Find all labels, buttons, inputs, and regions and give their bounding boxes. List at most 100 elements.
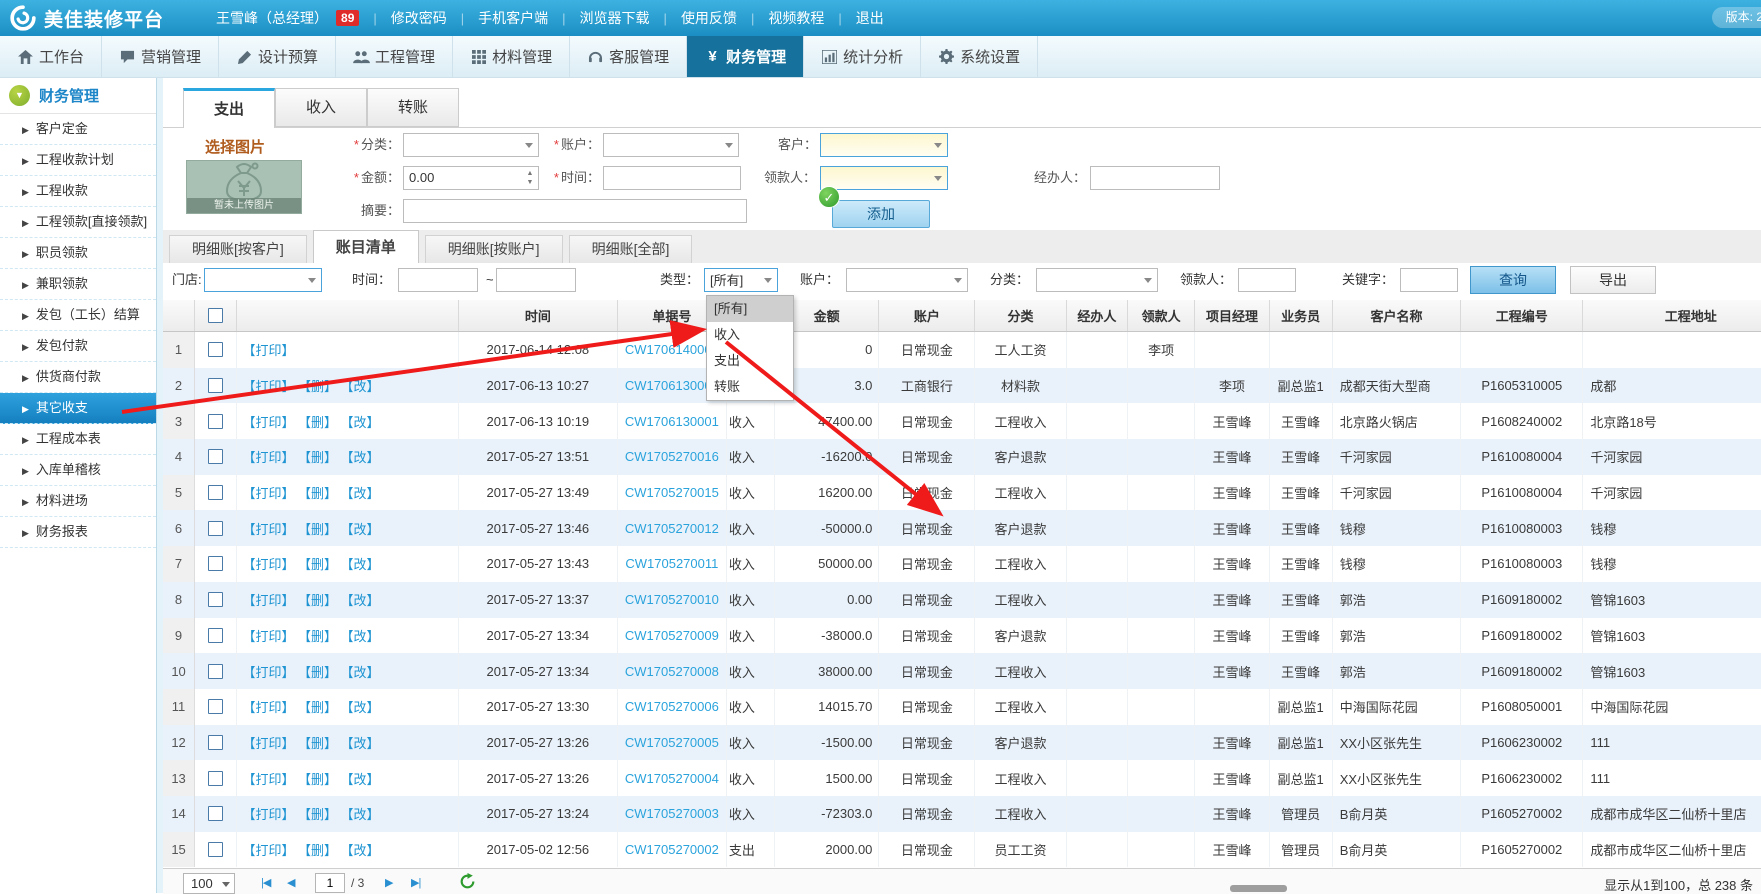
action-link[interactable]: 【删】 [305, 736, 338, 751]
tab-income[interactable]: 收入 [275, 88, 367, 127]
select-all-checkbox[interactable] [208, 308, 223, 323]
action-link[interactable]: 【打印】 [243, 415, 295, 430]
customer-select[interactable] [820, 133, 948, 157]
doc-link[interactable]: CW1705270009 [625, 628, 719, 643]
row-checkbox[interactable] [208, 342, 223, 357]
next-page-icon[interactable]: ▶ [385, 876, 392, 889]
action-link[interactable]: 【打印】 [243, 450, 295, 465]
doc-link[interactable]: CW1705270012 [625, 521, 719, 536]
action-link[interactable]: 【打印】 [243, 379, 295, 394]
sidebar-item[interactable]: ▶职员领款 [0, 238, 156, 269]
doc-link[interactable]: CW1705270010 [625, 592, 719, 607]
action-link[interactable]: 【删】 [305, 450, 338, 465]
payee-select[interactable] [820, 166, 948, 190]
filter-payee-input[interactable] [1238, 268, 1296, 292]
action-link[interactable]: 【打印】 [243, 736, 295, 751]
row-checkbox[interactable] [208, 378, 223, 393]
topbar-menu-item[interactable]: 视频教程 [768, 10, 824, 26]
store-select[interactable] [204, 268, 322, 292]
doc-link[interactable]: CW1705270016 [625, 449, 719, 464]
doc-link[interactable]: CW1705270006 [625, 699, 719, 714]
row-checkbox[interactable] [208, 699, 223, 714]
choose-image-label[interactable]: 选择图片 [205, 136, 265, 157]
search-button[interactable]: 查询 [1470, 266, 1556, 294]
spinner-icon[interactable]: ▲▼ [524, 169, 536, 187]
topbar-menu-item[interactable]: 手机客户端 [478, 10, 548, 26]
time-from-input[interactable] [398, 268, 478, 292]
sidebar-item[interactable]: ▶兼职领款 [0, 269, 156, 300]
doc-link[interactable]: CW1706140001 [625, 342, 719, 357]
dropdown-option[interactable]: 支出 [707, 348, 793, 374]
sidebar-item[interactable]: ▶工程收款 [0, 176, 156, 207]
topbar-menu-item[interactable]: 退出 [856, 10, 884, 26]
action-link[interactable]: 【删】 [305, 415, 338, 430]
amount-input[interactable]: 0.00▲▼ [403, 166, 539, 190]
sidebar-item[interactable]: ▶其它收支 [0, 393, 156, 424]
topbar-menu-item[interactable]: 使用反馈 [681, 10, 737, 26]
account-select[interactable] [603, 133, 739, 157]
last-page-icon[interactable]: ▶| [411, 876, 420, 889]
detail-tab[interactable]: 账目清单 [313, 230, 419, 264]
action-link[interactable]: 【打印】 [243, 807, 295, 822]
topbar-menu-item[interactable]: 修改密码 [391, 10, 447, 26]
action-link[interactable]: 【打印】 [243, 843, 295, 858]
action-link[interactable]: 【删】 [305, 486, 338, 501]
row-checkbox[interactable] [208, 556, 223, 571]
sidebar-item[interactable]: ▶工程领款[直接领款] [0, 207, 156, 238]
action-link[interactable]: 【改】 [347, 522, 380, 537]
action-link[interactable]: 【改】 [347, 593, 380, 608]
row-checkbox[interactable] [208, 628, 223, 643]
action-link[interactable]: 【改】 [347, 629, 380, 644]
action-link[interactable]: 【改】 [347, 843, 380, 858]
filter-category-select[interactable] [1036, 268, 1158, 292]
action-link[interactable]: 【改】 [347, 557, 380, 572]
action-link[interactable]: 【删】 [305, 522, 338, 537]
action-link[interactable]: 【打印】 [243, 522, 295, 537]
nav-tab-材料管理[interactable]: 材料管理 [453, 36, 570, 77]
time-to-input[interactable] [496, 268, 576, 292]
notification-badge[interactable]: 89 [336, 10, 359, 26]
tab-expense[interactable]: 支出 [183, 88, 275, 128]
action-link[interactable]: 【删】 [305, 557, 338, 572]
action-link[interactable]: 【改】 [347, 807, 380, 822]
action-link[interactable]: 【删】 [305, 665, 338, 680]
detail-tab[interactable]: 明细账[全部] [569, 235, 693, 263]
action-link[interactable]: 【打印】 [243, 700, 295, 715]
doc-link[interactable]: CW1705270003 [625, 806, 719, 821]
detail-tab[interactable]: 明细账[按客户] [169, 235, 307, 263]
doc-link[interactable]: CW1705270005 [625, 735, 719, 750]
refresh-icon[interactable] [459, 873, 476, 890]
sidebar-item[interactable]: ▶发包付款 [0, 331, 156, 362]
action-link[interactable]: 【打印】 [243, 593, 295, 608]
type-select[interactable]: [所有] [704, 268, 778, 292]
nav-tab-工程管理[interactable]: 工程管理 [336, 36, 453, 77]
action-link[interactable]: 【改】 [347, 665, 380, 680]
category-select[interactable] [403, 133, 539, 157]
action-link[interactable]: 【删】 [305, 807, 338, 822]
prev-page-icon[interactable]: ◀ [287, 876, 294, 889]
sidebar-item[interactable]: ▶客户定金 [0, 114, 156, 145]
row-checkbox[interactable] [208, 449, 223, 464]
topbar-menu-item[interactable]: 浏览器下载 [580, 10, 650, 26]
action-link[interactable]: 【改】 [347, 736, 380, 751]
row-checkbox[interactable] [208, 664, 223, 679]
action-link[interactable]: 【改】 [347, 379, 380, 394]
dropdown-option[interactable]: 转账 [707, 374, 793, 400]
dropdown-option[interactable]: [所有] [707, 296, 793, 322]
sidebar-item[interactable]: ▶发包（工长）结算 [0, 300, 156, 331]
doc-link[interactable]: CW1705270002 [625, 842, 719, 857]
action-link[interactable]: 【删】 [305, 379, 338, 394]
nav-tab-统计分析[interactable]: 统计分析 [804, 36, 921, 77]
doc-link[interactable]: CW1705270008 [625, 664, 719, 679]
summary-input[interactable] [403, 199, 747, 223]
sidebar-item[interactable]: ▶工程收款计划 [0, 145, 156, 176]
sidebar-item[interactable]: ▶入库单稽核 [0, 455, 156, 486]
action-link[interactable]: 【改】 [347, 772, 380, 787]
action-link[interactable]: 【删】 [305, 772, 338, 787]
page-size-select[interactable]: 100 [183, 873, 235, 894]
nav-tab-工作台[interactable]: 工作台 [0, 36, 102, 77]
row-checkbox[interactable] [208, 735, 223, 750]
action-link[interactable]: 【删】 [305, 843, 338, 858]
action-link[interactable]: 【改】 [347, 415, 380, 430]
handler-input[interactable] [1090, 166, 1220, 190]
